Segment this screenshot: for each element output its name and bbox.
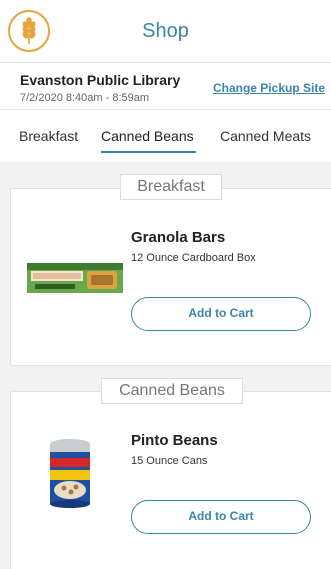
- page-title: Shop: [142, 20, 189, 42]
- tab-canned-meats[interactable]: Canned Meats: [220, 128, 311, 144]
- product-name: Pinto Beans: [131, 432, 218, 449]
- app-header: Shop: [0, 0, 331, 62]
- bean-can-image: [47, 438, 93, 515]
- active-tab-indicator: [101, 151, 196, 153]
- tab-canned-beans[interactable]: Canned Beans: [101, 128, 194, 144]
- add-to-cart-button[interactable]: Add to Cart: [131, 297, 311, 331]
- section-label-breakfast: Breakfast: [120, 174, 222, 200]
- product-name: Granola Bars: [131, 229, 226, 246]
- category-tabs: Breakfast Canned Beans Canned Meats: [0, 110, 331, 162]
- section-label-canned-beans: Canned Beans: [101, 378, 243, 404]
- tab-breakfast[interactable]: Breakfast: [19, 128, 78, 144]
- pickup-library-name: Evanston Public Library: [20, 72, 181, 88]
- product-description: 12 Ounce Cardboard Box: [131, 252, 256, 264]
- pickup-site-bar: Evanston Public Library 7/2/2020 8:40am …: [0, 62, 331, 110]
- product-description: 15 Ounce Cans: [131, 455, 208, 467]
- product-card-granola-bars: Granola Bars 12 Ounce Cardboard Box Add …: [10, 188, 331, 366]
- granola-bar-image: [27, 261, 123, 300]
- change-pickup-site-link[interactable]: Change Pickup Site: [213, 81, 325, 95]
- add-to-cart-button[interactable]: Add to Cart: [131, 500, 311, 534]
- pickup-time-window: 7/2/2020 8:40am - 8:59am: [20, 92, 150, 104]
- product-card-pinto-beans: Pinto Beans 15 Ounce Cans Add to Cart: [10, 391, 331, 569]
